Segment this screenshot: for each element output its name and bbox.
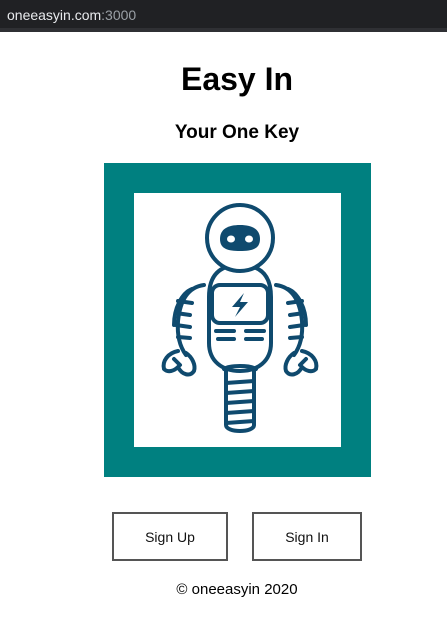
url-host: oneeasyin.com: [7, 7, 102, 23]
page-subtitle: Your One Key: [174, 122, 300, 143]
logo-panel: [134, 193, 341, 447]
address-url[interactable]: oneeasyin.com:3000: [7, 6, 136, 24]
footer-copyright: © oneeasyin 2020: [176, 581, 298, 598]
robot-icon: [161, 203, 319, 433]
url-port: :3000: [101, 7, 137, 23]
sign-in-button[interactable]: Sign In: [252, 512, 362, 561]
logo-frame: [104, 163, 371, 477]
page-title: Easy In: [180, 61, 294, 97]
browser-address-bar[interactable]: oneeasyin.com:3000: [0, 0, 447, 32]
sign-up-button[interactable]: Sign Up: [112, 512, 228, 561]
